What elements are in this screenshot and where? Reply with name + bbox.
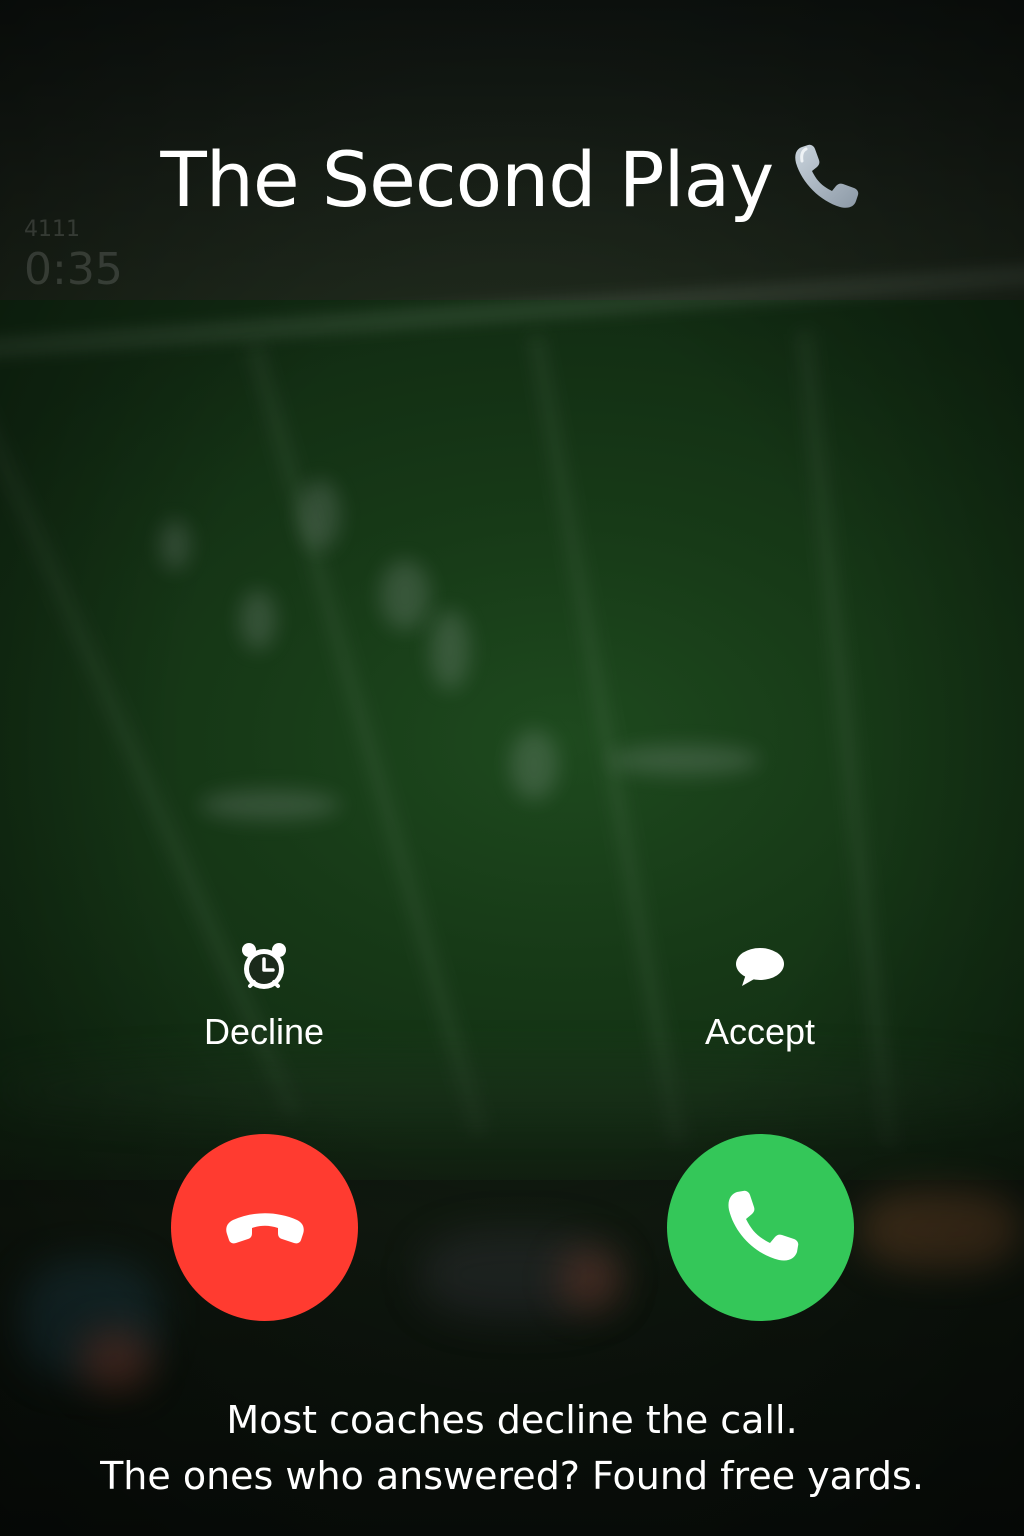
caller-name: The Second Play [160,135,774,224]
caption-line-1: Most coaches decline the call. [226,1398,798,1442]
remind-me-option[interactable]: Decline [144,940,384,1054]
telephone-receiver-icon [788,139,864,215]
decline-call-button[interactable] [171,1134,358,1321]
phone-hangup-icon [225,1212,304,1243]
phone-answer-icon [727,1190,798,1261]
alarm-clock-icon [238,940,290,992]
remind-me-label: Decline [203,1011,325,1052]
message-option[interactable]: Accept [640,940,880,1054]
message-bubble-icon [734,940,786,992]
message-label: Accept [704,1011,816,1052]
caller-header: The Second Play [0,128,1024,232]
game-clock: 0:35 [24,244,123,295]
caption-line-2: The ones who answered? Found free yards. [100,1454,924,1498]
caption-text: Most coaches decline the call. The ones … [0,1392,1024,1504]
accept-call-button[interactable] [667,1134,854,1321]
